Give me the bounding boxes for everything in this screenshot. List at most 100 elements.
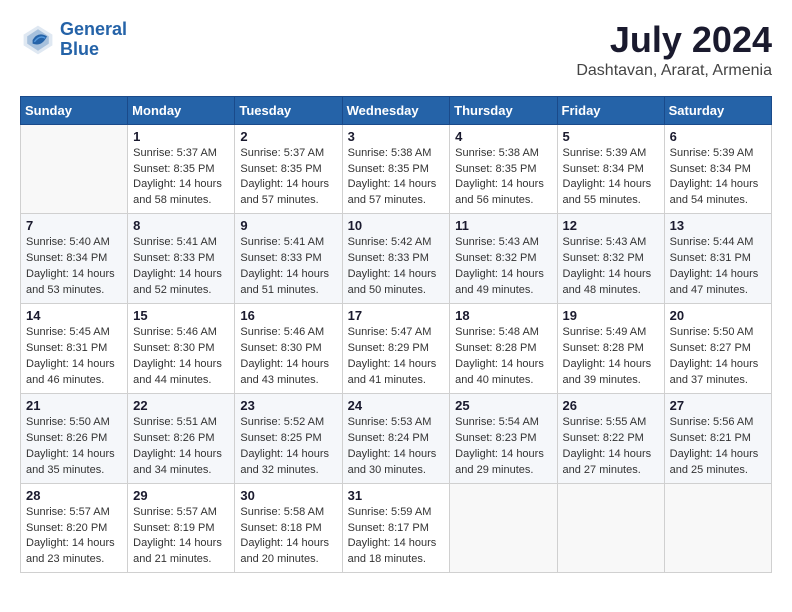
calendar-cell: 22 Sunrise: 5:51 AM Sunset: 8:26 PM Dayli… [128, 393, 235, 483]
day-number: 18 [455, 308, 551, 323]
day-info: Sunrise: 5:52 AM Sunset: 8:25 PM Dayligh… [240, 415, 336, 479]
calendar-cell: 1 Sunrise: 5:37 AM Sunset: 8:35 PM Daylig… [128, 124, 235, 214]
weekday-header-sunday: Sunday [21, 96, 128, 124]
calendar-cell: 6 Sunrise: 5:39 AM Sunset: 8:34 PM Daylig… [664, 124, 771, 214]
location: Dashtavan, Ararat, Armenia [576, 62, 772, 80]
calendar-cell: 24 Sunrise: 5:53 AM Sunset: 8:24 PM Dayli… [342, 393, 450, 483]
calendar-week-row: 7Sunrise: 5:40 AM Sunset: 8:34 PM Daylig… [21, 214, 772, 304]
header: General Blue July 2024 Dashtavan, Ararat… [20, 20, 772, 80]
calendar-cell: 10 Sunrise: 5:42 AM Sunset: 8:33 PM Dayli… [342, 214, 450, 304]
calendar-cell: 3Sunrise: 5:38 AM Sunset: 8:35 PM Daylig… [342, 124, 450, 214]
day-number: 16 [240, 308, 336, 323]
logo: General Blue [20, 20, 127, 60]
calendar-cell: 15Sunrise: 5:46 AM Sunset: 8:30 PM Dayli… [128, 304, 235, 394]
calendar-cell: 18 Sunrise: 5:48 AM Sunset: 8:28 PM Dayli… [450, 304, 557, 394]
calendar-cell: 13 Sunrise: 5:44 AM Sunset: 8:31 PM Dayli… [664, 214, 771, 304]
calendar-cell: 27 Sunrise: 5:56 AM Sunset: 8:21 PM Dayli… [664, 393, 771, 483]
calendar-cell [450, 483, 557, 573]
calendar-cell: 7Sunrise: 5:40 AM Sunset: 8:34 PM Daylig… [21, 214, 128, 304]
weekday-header-tuesday: Tuesday [235, 96, 342, 124]
day-info: Sunrise: 5:51 AM Sunset: 8:26 PM Dayligh… [133, 415, 229, 479]
day-number: 10 [348, 218, 445, 233]
day-number: 24 [348, 398, 445, 413]
day-info: Sunrise: 5:57 AM Sunset: 8:20 PM Dayligh… [26, 505, 122, 569]
day-info: Sunrise: 5:57 AM Sunset: 8:19 PM Dayligh… [133, 505, 229, 569]
weekday-header-monday: Monday [128, 96, 235, 124]
day-number: 30 [240, 488, 336, 503]
calendar-cell: 11 Sunrise: 5:43 AM Sunset: 8:32 PM Dayli… [450, 214, 557, 304]
day-info: Sunrise: 5:39 AM Sunset: 8:34 PM Dayligh… [670, 146, 766, 210]
calendar-cell: 29Sunrise: 5:57 AM Sunset: 8:19 PM Dayli… [128, 483, 235, 573]
weekday-header-saturday: Saturday [664, 96, 771, 124]
day-info: Sunrise: 5:37 AM Sunset: 8:35 PM Dayligh… [240, 146, 336, 210]
day-number: 7 [26, 218, 122, 233]
calendar-cell: 28Sunrise: 5:57 AM Sunset: 8:20 PM Dayli… [21, 483, 128, 573]
day-info: Sunrise: 5:39 AM Sunset: 8:34 PM Dayligh… [563, 146, 659, 210]
day-info: Sunrise: 5:47 AM Sunset: 8:29 PM Dayligh… [348, 325, 445, 389]
calendar-cell: 23 Sunrise: 5:52 AM Sunset: 8:25 PM Dayli… [235, 393, 342, 483]
calendar-week-row: 21 Sunrise: 5:50 AM Sunset: 8:26 PM Dayli… [21, 393, 772, 483]
calendar-cell: 4 Sunrise: 5:38 AM Sunset: 8:35 PM Daylig… [450, 124, 557, 214]
logo-icon [20, 22, 56, 58]
day-number: 20 [670, 308, 766, 323]
day-info: Sunrise: 5:50 AM Sunset: 8:26 PM Dayligh… [26, 415, 122, 479]
day-info: Sunrise: 5:50 AM Sunset: 8:27 PM Dayligh… [670, 325, 766, 389]
day-number: 17 [348, 308, 445, 323]
day-info: Sunrise: 5:44 AM Sunset: 8:31 PM Dayligh… [670, 235, 766, 299]
day-number: 21 [26, 398, 122, 413]
day-number: 1 [133, 129, 229, 144]
day-info: Sunrise: 5:58 AM Sunset: 8:18 PM Dayligh… [240, 505, 336, 569]
calendar-cell: 14 Sunrise: 5:45 AM Sunset: 8:31 PM Dayli… [21, 304, 128, 394]
day-number: 14 [26, 308, 122, 323]
day-number: 26 [563, 398, 659, 413]
day-number: 9 [240, 218, 336, 233]
day-number: 8 [133, 218, 229, 233]
title-block: July 2024 Dashtavan, Ararat, Armenia [576, 20, 772, 80]
day-info: Sunrise: 5:41 AM Sunset: 8:33 PM Dayligh… [133, 235, 229, 299]
day-info: Sunrise: 5:48 AM Sunset: 8:28 PM Dayligh… [455, 325, 551, 389]
calendar-table: SundayMondayTuesdayWednesdayThursdayFrid… [20, 96, 772, 574]
day-info: Sunrise: 5:54 AM Sunset: 8:23 PM Dayligh… [455, 415, 551, 479]
day-info: Sunrise: 5:46 AM Sunset: 8:30 PM Dayligh… [240, 325, 336, 389]
day-info: Sunrise: 5:45 AM Sunset: 8:31 PM Dayligh… [26, 325, 122, 389]
day-info: Sunrise: 5:37 AM Sunset: 8:35 PM Dayligh… [133, 146, 229, 210]
weekday-header-wednesday: Wednesday [342, 96, 450, 124]
calendar-cell: 12Sunrise: 5:43 AM Sunset: 8:32 PM Dayli… [557, 214, 664, 304]
calendar-week-row: 28Sunrise: 5:57 AM Sunset: 8:20 PM Dayli… [21, 483, 772, 573]
day-number: 27 [670, 398, 766, 413]
day-number: 11 [455, 218, 551, 233]
calendar-cell [21, 124, 128, 214]
day-number: 6 [670, 129, 766, 144]
calendar-cell: 25 Sunrise: 5:54 AM Sunset: 8:23 PM Dayli… [450, 393, 557, 483]
day-number: 22 [133, 398, 229, 413]
calendar-cell: 17 Sunrise: 5:47 AM Sunset: 8:29 PM Dayli… [342, 304, 450, 394]
calendar-cell: 30 Sunrise: 5:58 AM Sunset: 8:18 PM Dayli… [235, 483, 342, 573]
day-number: 23 [240, 398, 336, 413]
day-info: Sunrise: 5:55 AM Sunset: 8:22 PM Dayligh… [563, 415, 659, 479]
calendar-cell: 2Sunrise: 5:37 AM Sunset: 8:35 PM Daylig… [235, 124, 342, 214]
calendar-cell: 26 Sunrise: 5:55 AM Sunset: 8:22 PM Dayli… [557, 393, 664, 483]
day-info: Sunrise: 5:46 AM Sunset: 8:30 PM Dayligh… [133, 325, 229, 389]
calendar-cell: 19 Sunrise: 5:49 AM Sunset: 8:28 PM Dayli… [557, 304, 664, 394]
calendar-header-row: SundayMondayTuesdayWednesdayThursdayFrid… [21, 96, 772, 124]
weekday-header-thursday: Thursday [450, 96, 557, 124]
day-number: 4 [455, 129, 551, 144]
day-number: 13 [670, 218, 766, 233]
calendar-week-row: 1 Sunrise: 5:37 AM Sunset: 8:35 PM Daylig… [21, 124, 772, 214]
calendar-cell: 8 Sunrise: 5:41 AM Sunset: 8:33 PM Daylig… [128, 214, 235, 304]
day-number: 25 [455, 398, 551, 413]
day-info: Sunrise: 5:43 AM Sunset: 8:32 PM Dayligh… [455, 235, 551, 299]
logo-text: General Blue [60, 20, 127, 60]
calendar-cell: 20 Sunrise: 5:50 AM Sunset: 8:27 PM Dayli… [664, 304, 771, 394]
day-info: Sunrise: 5:42 AM Sunset: 8:33 PM Dayligh… [348, 235, 445, 299]
calendar-cell: 31Sunrise: 5:59 AM Sunset: 8:17 PM Dayli… [342, 483, 450, 573]
day-info: Sunrise: 5:38 AM Sunset: 8:35 PM Dayligh… [348, 146, 445, 210]
day-info: Sunrise: 5:59 AM Sunset: 8:17 PM Dayligh… [348, 505, 445, 569]
calendar-week-row: 14 Sunrise: 5:45 AM Sunset: 8:31 PM Dayli… [21, 304, 772, 394]
day-info: Sunrise: 5:56 AM Sunset: 8:21 PM Dayligh… [670, 415, 766, 479]
day-info: Sunrise: 5:49 AM Sunset: 8:28 PM Dayligh… [563, 325, 659, 389]
day-info: Sunrise: 5:38 AM Sunset: 8:35 PM Dayligh… [455, 146, 551, 210]
day-number: 19 [563, 308, 659, 323]
day-info: Sunrise: 5:53 AM Sunset: 8:24 PM Dayligh… [348, 415, 445, 479]
calendar-cell [557, 483, 664, 573]
